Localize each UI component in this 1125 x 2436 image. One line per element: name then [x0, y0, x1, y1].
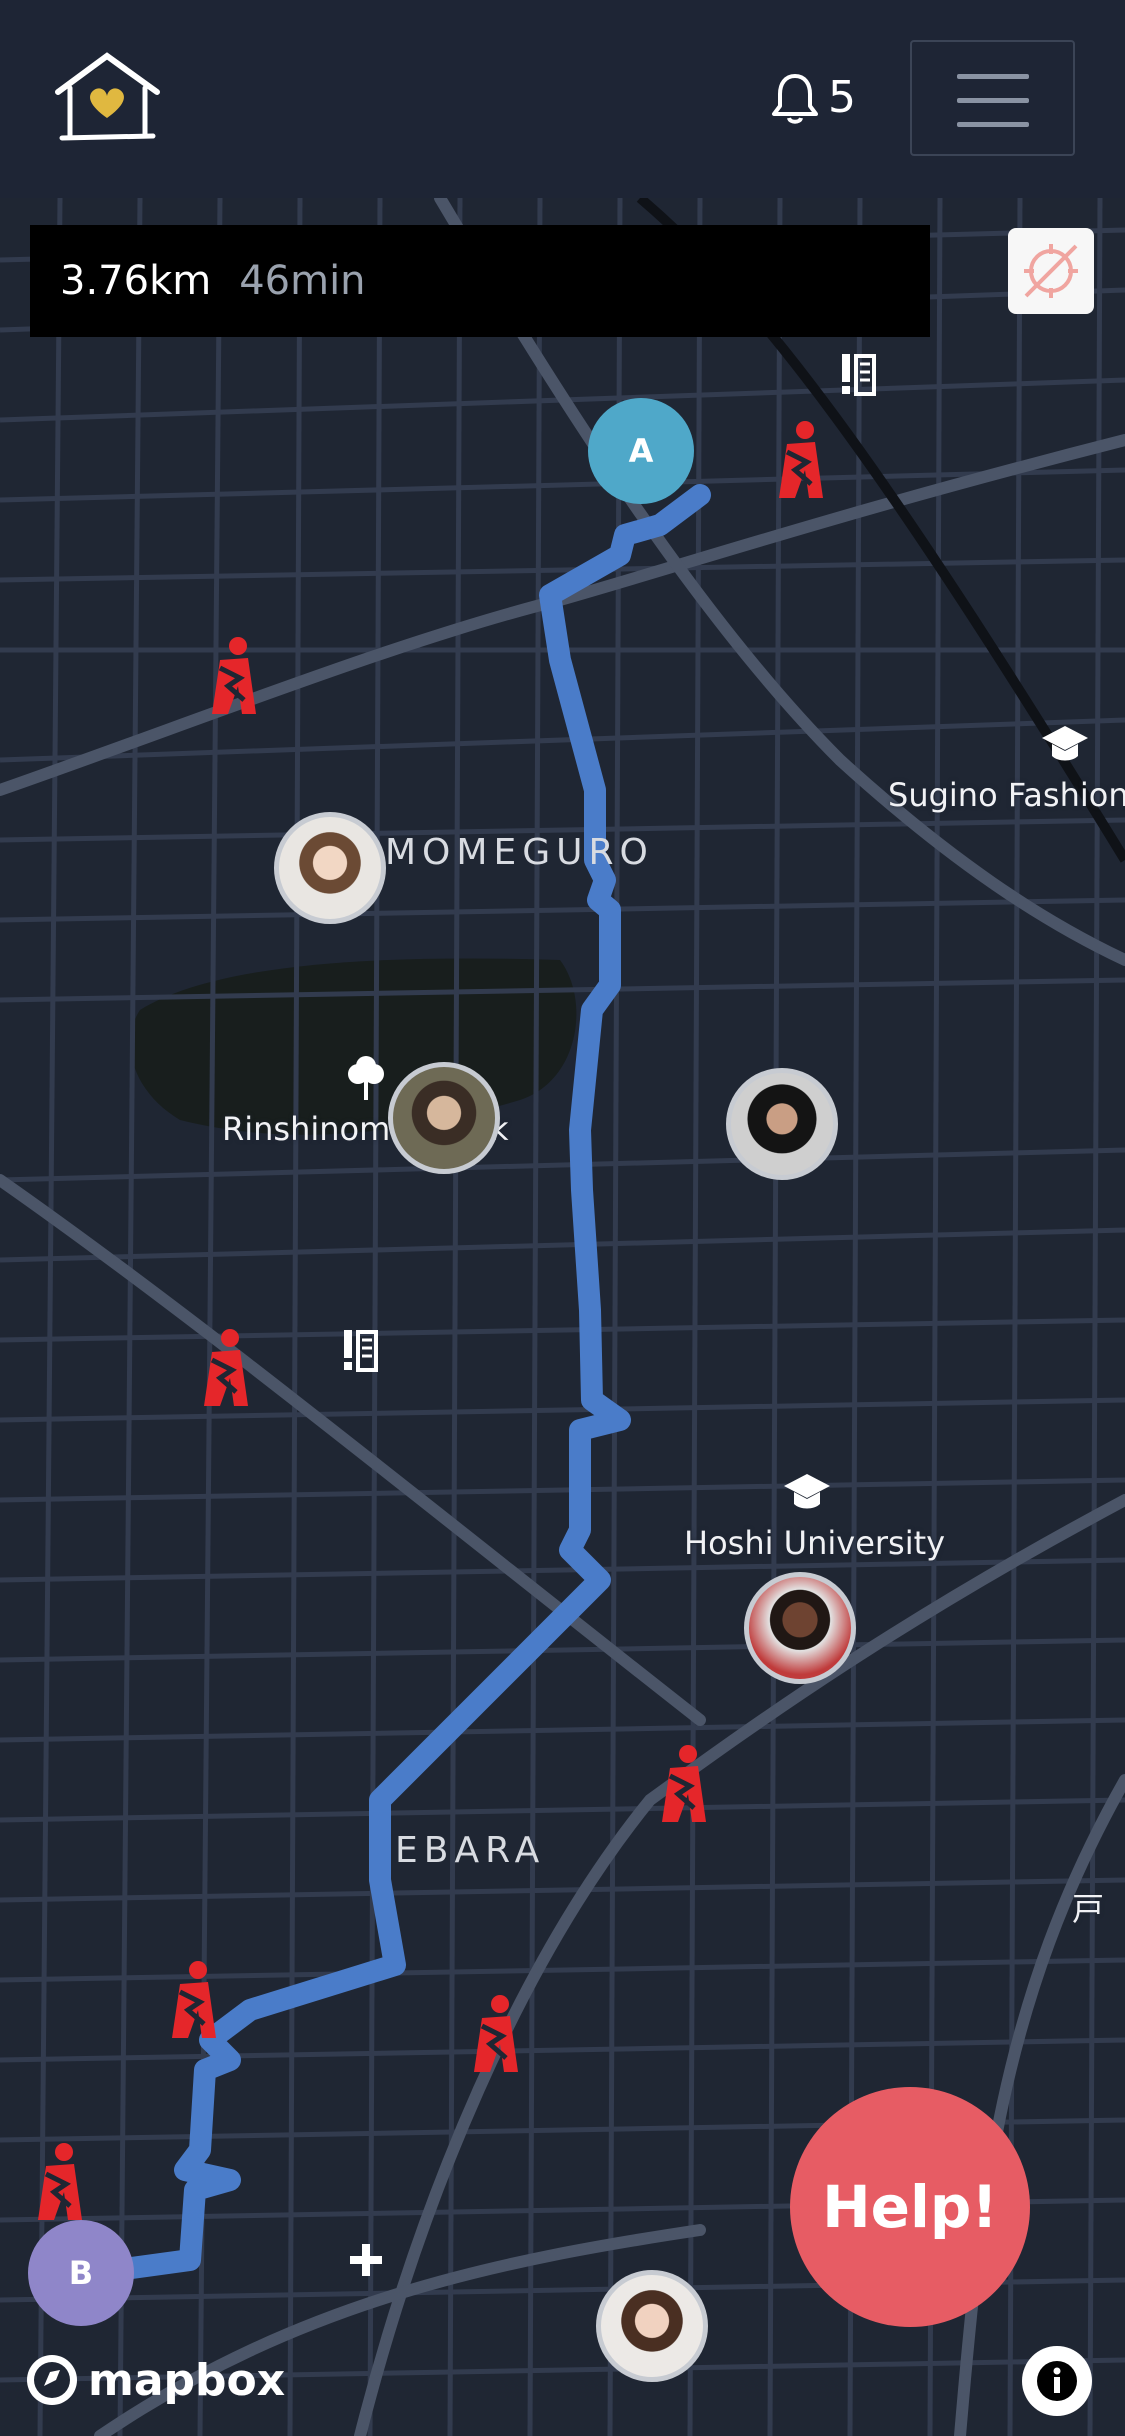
help-button[interactable]: Help!: [790, 2087, 1030, 2327]
bell-icon[interactable]: [770, 70, 820, 126]
home-heart-logo[interactable]: [50, 48, 165, 143]
poi-label-rinshinomori-park: Rinshinom: [222, 1110, 391, 1148]
alert-person-icon[interactable]: [460, 1992, 530, 2076]
mapbox-label: mapbox: [88, 2354, 286, 2406]
museum-icon: [344, 1330, 378, 1372]
route-duration: 46min: [239, 258, 366, 304]
route-start-marker[interactable]: A: [588, 398, 694, 504]
alert-person-icon[interactable]: [24, 2140, 94, 2224]
alert-person-icon[interactable]: [198, 634, 268, 718]
user-avatar[interactable]: [596, 2270, 708, 2382]
route-summary: 3.76km 46min: [30, 225, 930, 337]
user-avatar[interactable]: [726, 1068, 838, 1180]
poi-label-partial: 戸: [1072, 1890, 1105, 1928]
district-label-momeguro: MOMEGURO: [385, 832, 654, 873]
compass-off-button[interactable]: [1008, 228, 1094, 314]
school-icon: [784, 1474, 830, 1509]
mapbox-attribution[interactable]: mapbox: [24, 2352, 285, 2408]
route-end-marker[interactable]: B: [28, 2220, 134, 2326]
compass-off-icon: [1024, 244, 1078, 298]
alert-person-icon[interactable]: [158, 1958, 228, 2042]
menu-bar: [957, 98, 1029, 103]
app-header: 5: [0, 0, 1125, 198]
hospital-cross-icon: [350, 2244, 382, 2276]
user-avatar[interactable]: [744, 1572, 856, 1684]
user-avatar[interactable]: [274, 812, 386, 924]
poi-label-sugino-fashion: Sugino Fashion: [888, 776, 1125, 814]
alert-person-icon[interactable]: [190, 1326, 260, 1410]
notification-count: 5: [828, 72, 856, 123]
route-distance: 3.76km: [60, 258, 212, 304]
alert-person-icon[interactable]: [765, 418, 835, 502]
school-icon: [1042, 726, 1088, 761]
district-label-ebara: EBARA: [395, 1830, 546, 1871]
alert-person-icon[interactable]: [648, 1742, 718, 1826]
poi-label-hoshi-university: Hoshi University: [684, 1524, 946, 1562]
info-button[interactable]: [1022, 2346, 1092, 2416]
info-icon: [1037, 2361, 1077, 2401]
menu-bar: [957, 74, 1029, 79]
menu-bar: [957, 122, 1029, 127]
mapbox-logo-icon: [27, 2355, 77, 2405]
park-icon: [348, 1056, 384, 1100]
museum-icon: [842, 354, 876, 396]
menu-button[interactable]: [910, 40, 1075, 156]
user-avatar[interactable]: [388, 1062, 500, 1174]
